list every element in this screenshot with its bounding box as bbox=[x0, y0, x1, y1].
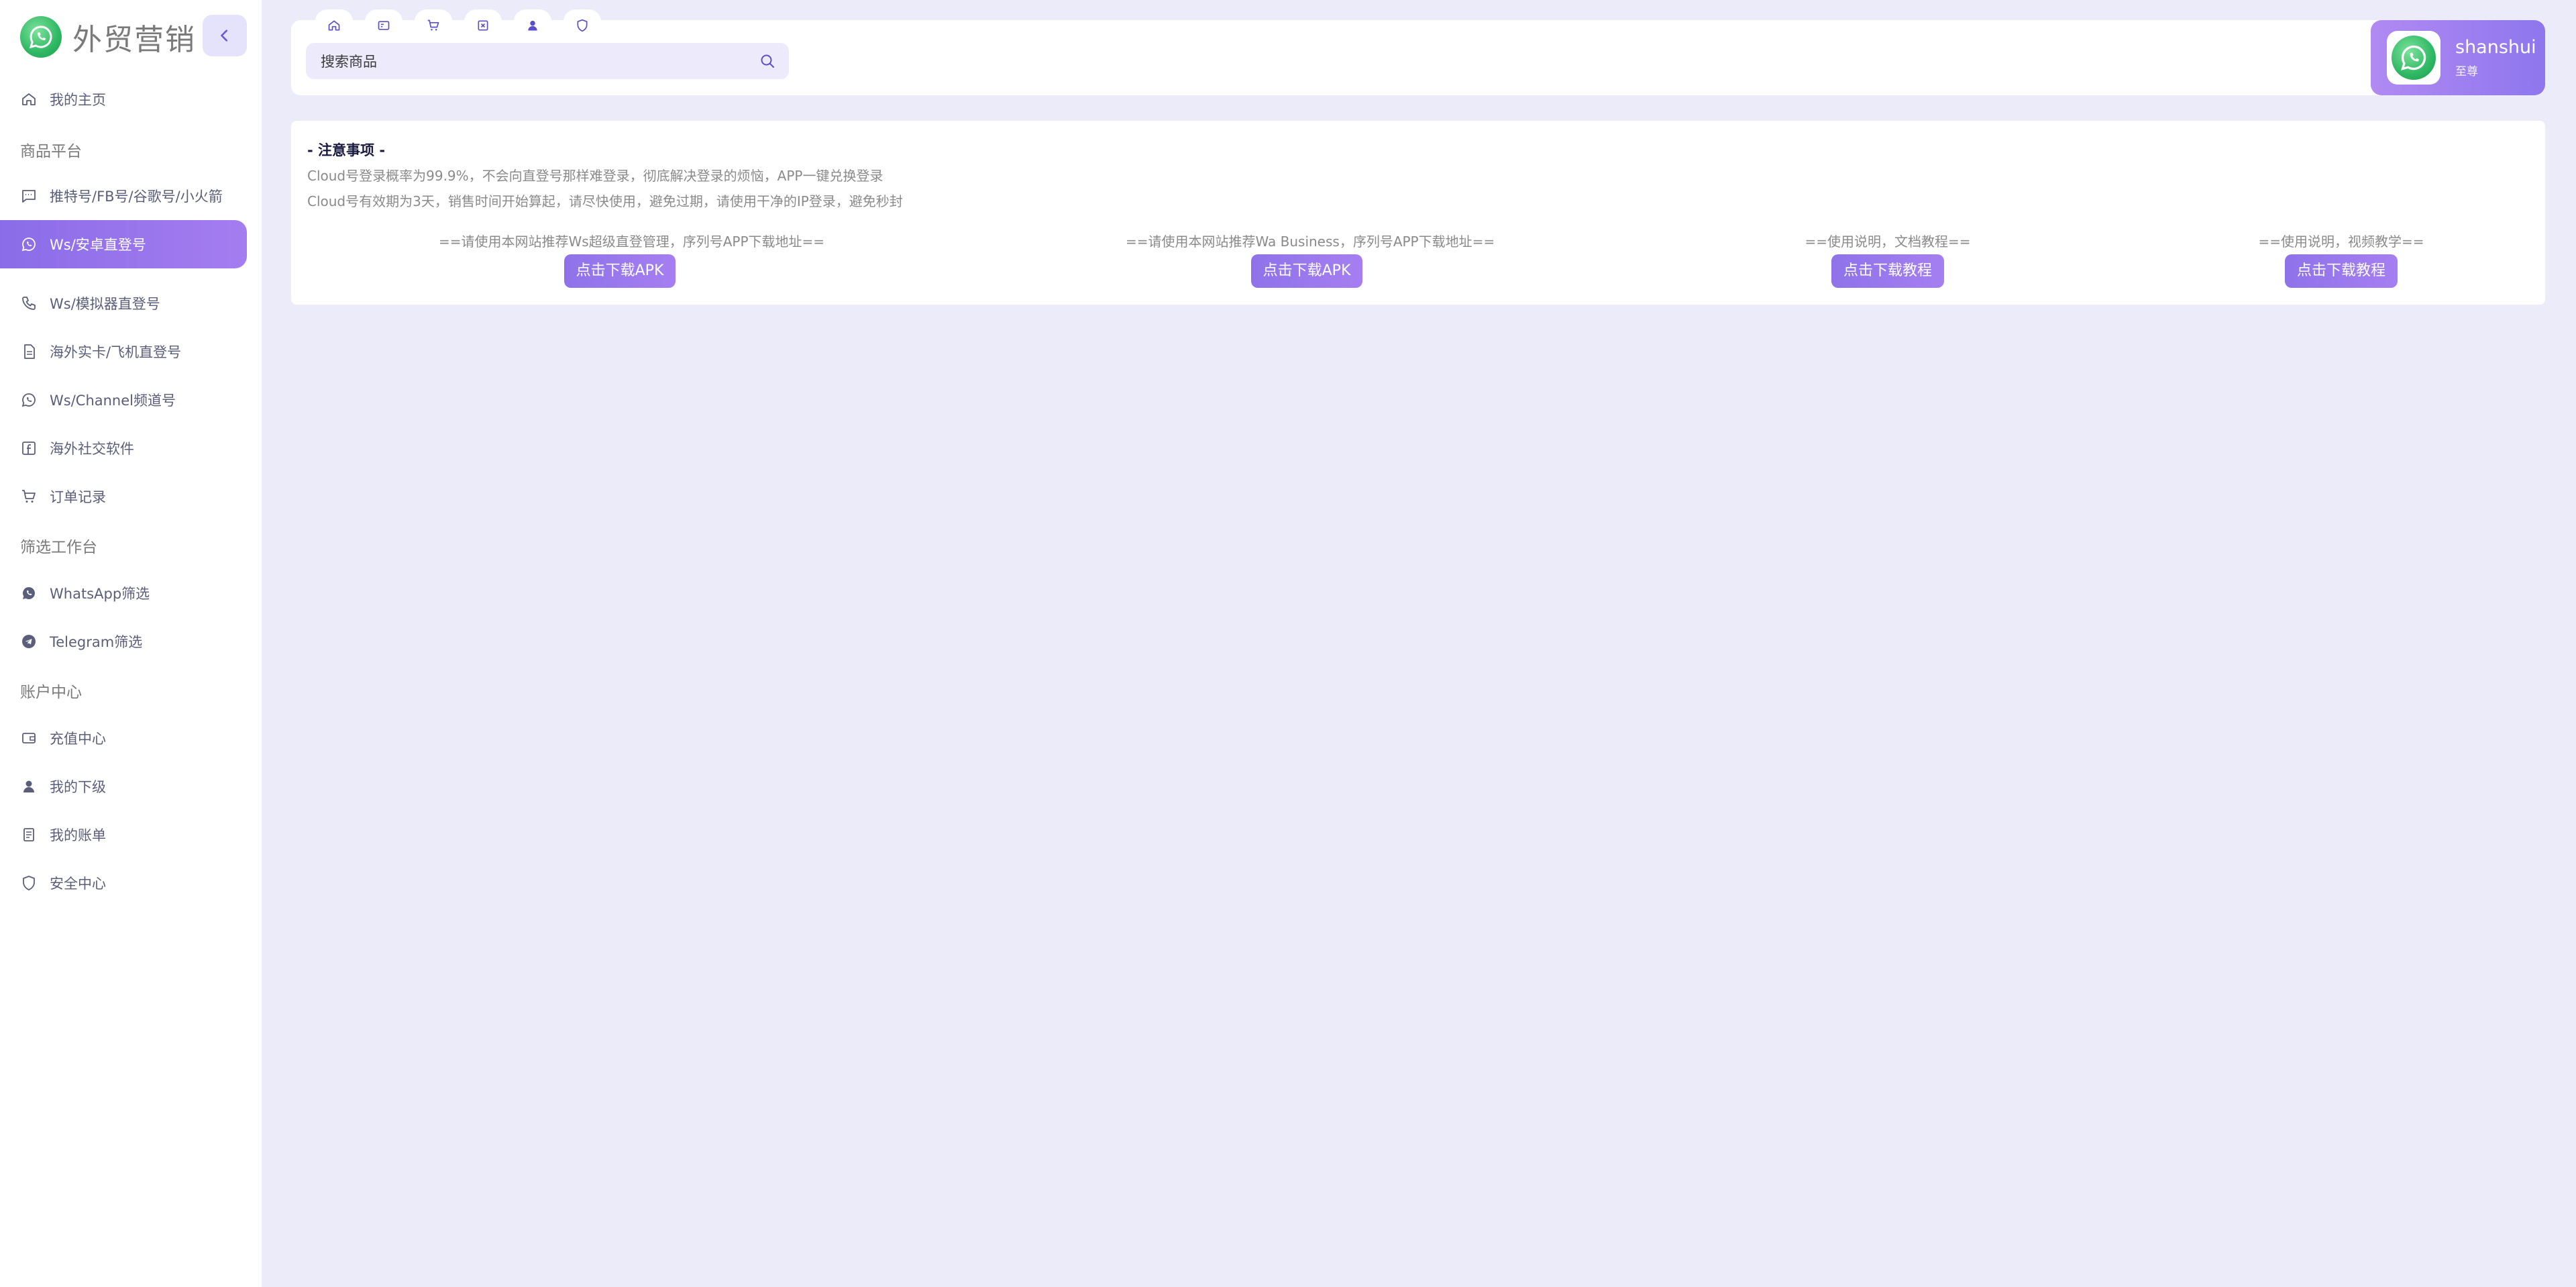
facebook-icon bbox=[20, 440, 38, 457]
nav-group-products: 商品平台 bbox=[20, 143, 82, 160]
whatsapp-logo-icon bbox=[20, 16, 62, 58]
sidebar-item-label: 我的主页 bbox=[50, 92, 106, 108]
sidebar-item-label: Telegram筛选 bbox=[50, 634, 143, 650]
collapse-sidebar-button[interactable] bbox=[203, 15, 247, 56]
quick-tab-shield[interactable] bbox=[564, 9, 601, 42]
download-block-wa-business: ==请使用本网站推荐Wa Business，序列号APP下载地址== 点击下载A… bbox=[1126, 231, 1495, 288]
download-apk-button[interactable]: 点击下载APK bbox=[1250, 254, 1363, 288]
sidebar-item-label: Ws/安卓直登号 bbox=[50, 237, 146, 253]
sidebar-item-whatsapp-filter[interactable]: WhatsApp筛选 bbox=[0, 569, 247, 617]
sidebar-item-label: Ws/模拟器直登号 bbox=[50, 296, 160, 312]
quick-tab-close-box[interactable] bbox=[464, 9, 502, 42]
sidebar-item-ws-android[interactable]: Ws/安卓直登号 bbox=[0, 220, 247, 268]
download-description: ==请使用本网站推荐Ws超级直登管理，序列号APP下载地址== bbox=[439, 234, 825, 250]
home-icon bbox=[328, 20, 340, 31]
user-name: shanshui bbox=[2455, 37, 2536, 58]
sidebar-item-label: 我的下级 bbox=[50, 779, 106, 795]
notice-line: Cloud号有效期为3天，销售时间开始算起，请尽快使用，避免过期，请使用干净的I… bbox=[307, 193, 903, 209]
sidebar-item-label: 海外实卡/飞机直登号 bbox=[50, 344, 182, 360]
home-icon bbox=[20, 91, 38, 108]
sidebar-item-label: 推特号/FB号/谷歌号/小火箭 bbox=[50, 189, 223, 205]
quick-tab-cart[interactable] bbox=[415, 9, 452, 42]
download-tutorial-button[interactable]: 点击下载教程 bbox=[1831, 254, 1944, 288]
sidebar-item-security[interactable]: 安全中心 bbox=[0, 859, 247, 907]
sidebar-item-recharge[interactable]: 充值中心 bbox=[0, 714, 247, 762]
download-description: ==使用说明，视频教学== bbox=[2258, 234, 2424, 250]
user-card[interactable]: shanshui 至尊 bbox=[2371, 20, 2545, 95]
user-level: 至尊 bbox=[2455, 65, 2478, 79]
quick-tabs bbox=[315, 9, 613, 42]
sidebar-item-label: 订单记录 bbox=[50, 489, 106, 505]
sidebar-item-ws-emulator[interactable]: Ws/模拟器直登号 bbox=[0, 279, 247, 327]
sidebar-item-label: 充值中心 bbox=[50, 731, 106, 747]
shield-icon bbox=[20, 874, 38, 892]
sidebar: 外贸营销 我的主页 商品平台 推特号/FB号/谷歌号/小火箭 Ws/安卓直登号 … bbox=[0, 0, 262, 1287]
notice-title: - 注意事项 - bbox=[307, 142, 386, 158]
download-apk-button[interactable]: 点击下载APK bbox=[564, 254, 676, 288]
message-icon bbox=[20, 187, 38, 205]
nav-group-filter: 筛选工作台 bbox=[20, 539, 97, 556]
download-tutorial-button[interactable]: 点击下载教程 bbox=[2284, 254, 2398, 288]
sidebar-item-label: WhatsApp筛选 bbox=[50, 586, 150, 602]
download-block-doc-tutorial: ==使用说明，文档教程== 点击下载教程 bbox=[1767, 231, 2008, 288]
document-icon bbox=[20, 343, 38, 360]
whatsapp-icon bbox=[20, 236, 38, 253]
brand-title: 外贸营销 bbox=[72, 23, 196, 57]
sidebar-item-bills[interactable]: 我的账单 bbox=[0, 811, 247, 859]
card-icon bbox=[378, 21, 390, 30]
sidebar-item-orders[interactable]: 订单记录 bbox=[0, 472, 247, 521]
search-icon[interactable] bbox=[759, 53, 775, 72]
user-info: shanshui 至尊 bbox=[2455, 37, 2536, 79]
download-description: ==使用说明，文档教程== bbox=[1805, 234, 1971, 250]
sidebar-item-telegram-filter[interactable]: Telegram筛选 bbox=[0, 617, 247, 666]
telegram-icon bbox=[20, 633, 38, 650]
search-input[interactable]: 搜索商品 bbox=[306, 43, 789, 79]
sidebar-item-label: 安全中心 bbox=[50, 876, 106, 892]
sidebar-item-overseas-card[interactable]: 海外实卡/飞机直登号 bbox=[0, 327, 247, 376]
download-description: ==请使用本网站推荐Wa Business，序列号APP下载地址== bbox=[1126, 234, 1495, 250]
download-block-video-tutorial: ==使用说明，视频教学== 点击下载教程 bbox=[2220, 231, 2462, 288]
sidebar-item-social-software[interactable]: 海外社交软件 bbox=[0, 424, 247, 472]
notice-card: - 注意事项 - Cloud号登录概率为99.9%，不会向直登号那样难登录，彻底… bbox=[291, 121, 2545, 305]
sidebar-item-label: 海外社交软件 bbox=[50, 441, 134, 457]
whatsapp-avatar-icon bbox=[2392, 36, 2436, 80]
quick-tab-home[interactable] bbox=[315, 9, 353, 42]
search-placeholder: 搜索商品 bbox=[321, 54, 377, 70]
download-block-ws-manager: ==请使用本网站推荐Ws超级直登管理，序列号APP下载地址== 点击下载APK bbox=[439, 231, 825, 288]
phone-icon bbox=[20, 295, 38, 312]
avatar bbox=[2387, 31, 2440, 85]
sidebar-item-home[interactable]: 我的主页 bbox=[0, 75, 247, 123]
user-icon bbox=[528, 20, 537, 31]
user-icon bbox=[20, 778, 38, 795]
sidebar-item-ws-channel[interactable]: Ws/Channel频道号 bbox=[0, 376, 247, 424]
brand[interactable]: 外贸营销 bbox=[20, 16, 196, 58]
chevron-left-icon bbox=[221, 30, 228, 42]
shield-icon bbox=[577, 19, 588, 32]
close-box-icon bbox=[478, 20, 488, 31]
cart-icon bbox=[20, 488, 38, 505]
quick-tab-user[interactable] bbox=[514, 9, 551, 42]
bill-icon bbox=[20, 826, 38, 843]
sidebar-item-label: 我的账单 bbox=[50, 827, 106, 843]
quick-tab-card[interactable] bbox=[365, 9, 402, 42]
app-root: 外贸营销 我的主页 商品平台 推特号/FB号/谷歌号/小火箭 Ws/安卓直登号 … bbox=[0, 0, 2576, 1287]
whatsapp-icon bbox=[20, 391, 38, 409]
sidebar-item-twitter-fb-google[interactable]: 推特号/FB号/谷歌号/小火箭 bbox=[0, 172, 247, 220]
sidebar-item-subordinates[interactable]: 我的下级 bbox=[0, 762, 247, 811]
cart-icon bbox=[427, 19, 439, 31]
whatsapp-icon bbox=[20, 584, 38, 602]
wallet-icon bbox=[20, 729, 38, 747]
sidebar-item-label: Ws/Channel频道号 bbox=[50, 393, 176, 409]
nav-group-account: 账户中心 bbox=[20, 684, 82, 701]
notice-line: Cloud号登录概率为99.9%，不会向直登号那样难登录，彻底解决登录的烦恼，A… bbox=[307, 168, 883, 184]
